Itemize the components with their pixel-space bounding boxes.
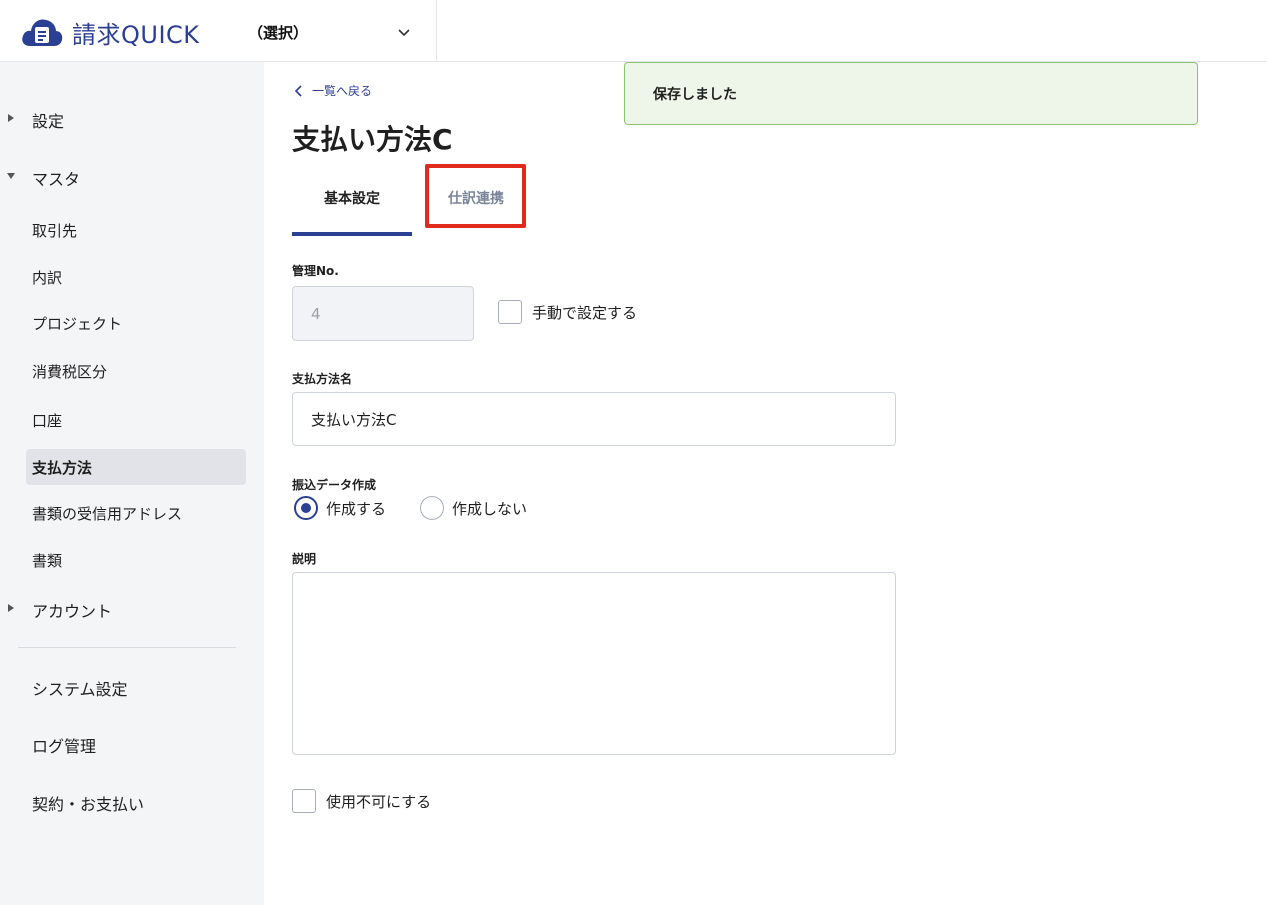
- app-name: 請求QUICK: [72, 20, 200, 49]
- sidebar-item-documents[interactable]: 書類: [26, 542, 246, 578]
- chevron-down-icon: [398, 29, 410, 37]
- sidebar-group-label: 設定: [32, 112, 65, 131]
- manual-set-checkbox-row[interactable]: 手動で設定する: [498, 300, 637, 324]
- transfer-create-radio-row[interactable]: 作成する: [294, 496, 386, 520]
- manage-no-input[interactable]: 4: [292, 286, 474, 341]
- transfer-not-create-radio-row[interactable]: 作成しない: [420, 496, 527, 520]
- caret-down-icon: [7, 173, 15, 179]
- cloud-document-icon: [22, 19, 63, 46]
- back-link-label: 一覧へ戻る: [312, 84, 373, 98]
- sidebar-divider: [18, 647, 236, 648]
- transfer-not-create-label: 作成しない: [452, 499, 528, 518]
- sidebar-item-payment-methods[interactable]: 支払方法: [26, 449, 246, 485]
- sidebar-group-label: アカウント: [32, 602, 113, 621]
- page-title: 支払い方法C: [292, 123, 453, 156]
- transfer-create-label: 作成する: [326, 499, 387, 518]
- back-to-list-link[interactable]: 一覧へ戻る: [292, 82, 372, 99]
- description-textarea[interactable]: [292, 572, 896, 755]
- sidebar-item-breakdown[interactable]: 内訳: [26, 259, 246, 295]
- sidebar-item-log-management[interactable]: ログ管理: [32, 733, 96, 757]
- transfer-data-label: 振込データ作成: [292, 478, 377, 492]
- toast-message: 保存しました: [653, 86, 737, 103]
- sidebar-item-accounts[interactable]: 口座: [26, 402, 246, 438]
- sidebar-item-receiving-address[interactable]: 書類の受信用アドレス: [26, 495, 246, 531]
- sidebar-group-label: マスタ: [32, 170, 81, 189]
- sidebar-item-system-settings[interactable]: システム設定: [32, 676, 128, 700]
- manage-no-label: 管理No.: [292, 264, 339, 278]
- organization-select-value: （選択）: [248, 23, 309, 42]
- disable-checkbox-row[interactable]: 使用不可にする: [292, 789, 431, 813]
- transfer-not-create-radio[interactable]: [420, 496, 444, 520]
- description-label: 説明: [292, 552, 317, 566]
- disable-checkbox[interactable]: [292, 789, 316, 813]
- transfer-create-radio[interactable]: [294, 496, 318, 520]
- manual-set-checkbox[interactable]: [498, 300, 522, 324]
- caret-right-icon: [8, 114, 14, 122]
- caret-right-icon: [8, 604, 14, 612]
- chevron-left-icon: [294, 84, 302, 97]
- saved-toast: 保存しました: [624, 62, 1198, 125]
- sidebar-item-contract-payment[interactable]: 契約・お支払い: [32, 791, 144, 815]
- method-name-input[interactable]: 支払い方法C: [292, 392, 896, 446]
- header-divider: [436, 0, 437, 62]
- highlight-annotation-box: [425, 164, 526, 228]
- sidebar-item-projects[interactable]: プロジェクト: [26, 305, 246, 341]
- organization-select[interactable]: （選択）: [248, 18, 418, 46]
- sidebar-item-tax-categories[interactable]: 消費税区分: [26, 353, 246, 389]
- method-name-label: 支払方法名: [292, 372, 353, 386]
- sidebar-item-clients[interactable]: 取引先: [26, 212, 246, 248]
- disable-label: 使用不可にする: [326, 792, 432, 811]
- manual-set-label: 手動で設定する: [532, 303, 638, 322]
- sidebar: 設定 マスタ 取引先 内訳 プロジェクト 消費税区分 口座 支払方法 書類の受信…: [0, 62, 264, 905]
- tab-basic-settings[interactable]: 基本設定: [292, 176, 412, 236]
- app-header: 請求QUICK （選択）: [0, 0, 1267, 62]
- app-logo[interactable]: 請求QUICK: [20, 12, 200, 52]
